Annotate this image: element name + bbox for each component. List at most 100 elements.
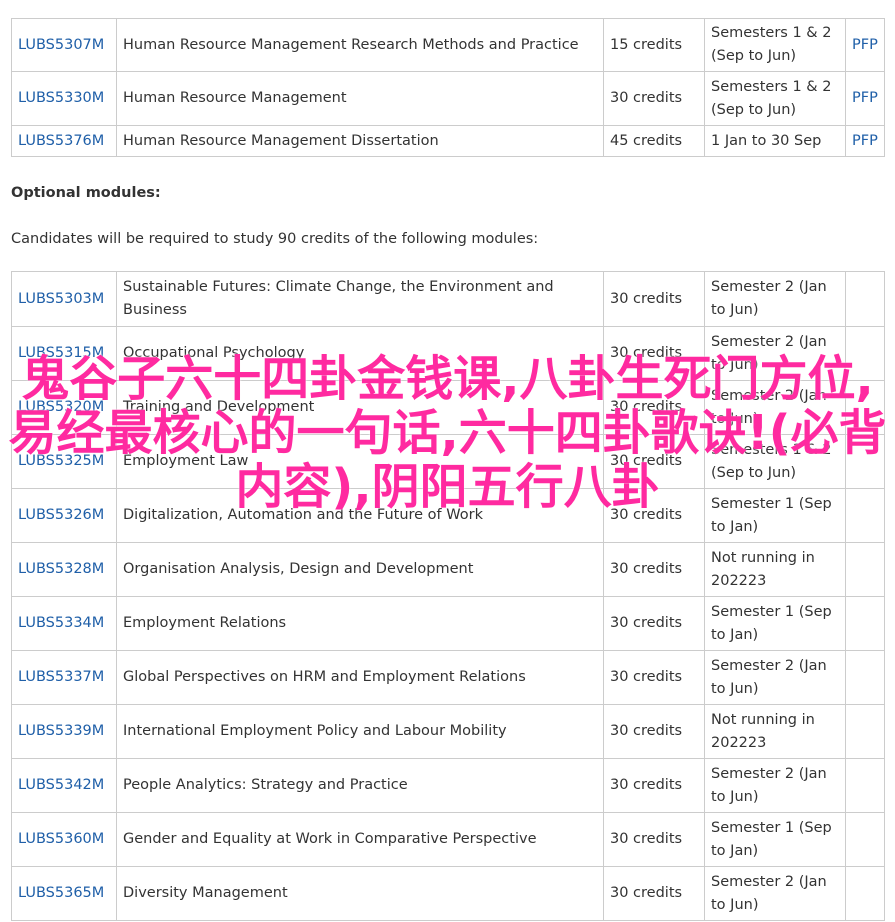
module-semester: Semester 2 (Jan to Jun) xyxy=(704,866,846,921)
module-semester: Semester 1 (Sep to Jan) xyxy=(704,596,846,651)
module-credits: 30 credits xyxy=(603,380,705,435)
module-credits: 30 credits xyxy=(603,866,705,921)
module-code-cell: LUBS5337M xyxy=(11,650,117,705)
module-pfp-cell xyxy=(845,326,885,381)
module-pfp-cell: PFP xyxy=(845,18,885,72)
module-semester: Semester 1 (Sep to Jan) xyxy=(704,812,846,867)
module-row: LUBS5307M Human Resource Management Resea… xyxy=(11,18,885,72)
module-pfp-cell xyxy=(845,704,885,759)
module-pfp-cell xyxy=(845,380,885,435)
module-code-cell: LUBS5330M xyxy=(11,71,117,126)
core-modules-table: LUBS5307M Human Resource Management Resea… xyxy=(11,18,885,157)
module-code-cell: LUBS5365M xyxy=(11,866,117,921)
module-row: LUBS5334M Employment Relations 30 credits S… xyxy=(11,596,885,651)
module-code-link[interactable]: LUBS5339M xyxy=(18,723,104,739)
module-pfp-cell: PFP xyxy=(845,71,885,126)
module-code-cell: LUBS5303M xyxy=(11,271,117,327)
module-code-cell: LUBS5315M xyxy=(11,326,117,381)
module-semester: Semester 2 (Jan to Jun) xyxy=(704,271,846,327)
module-code-cell: LUBS5342M xyxy=(11,758,117,813)
module-pfp-cell xyxy=(845,812,885,867)
module-semester: Semesters 1 & 2 (Sep to Jun) xyxy=(704,18,846,72)
module-pfp-cell xyxy=(845,758,885,813)
module-credits: 30 credits xyxy=(603,650,705,705)
module-code-link[interactable]: LUBS5315M xyxy=(18,345,104,361)
pfp-link[interactable]: PFP xyxy=(852,133,878,149)
module-credits: 30 credits xyxy=(603,271,705,327)
pfp-link[interactable]: PFP xyxy=(852,37,878,53)
module-title: Occupational Psychology xyxy=(116,326,604,381)
module-semester: Semester 2 (Jan to Jun) xyxy=(704,326,846,381)
module-pfp-cell xyxy=(845,542,885,597)
module-title: Employment Law xyxy=(116,434,604,489)
module-title: Sustainable Futures: Climate Change, the… xyxy=(116,271,604,327)
module-code-link[interactable]: LUBS5303M xyxy=(18,291,104,307)
module-credits: 30 credits xyxy=(603,596,705,651)
module-pfp-cell xyxy=(845,434,885,489)
module-row: LUBS5303M Sustainable Futures: Climate Ch… xyxy=(11,271,885,327)
module-title: Diversity Management xyxy=(116,866,604,921)
module-semester: 1 Jan to 30 Sep xyxy=(704,125,846,157)
optional-modules-heading: Optional modules: xyxy=(11,185,161,201)
module-semester: Semesters 1 & 2 (Sep to Jun) xyxy=(704,434,846,489)
module-title: Training and Development xyxy=(116,380,604,435)
module-code-link[interactable]: LUBS5342M xyxy=(18,777,104,793)
module-code-link[interactable]: LUBS5307M xyxy=(18,37,104,53)
module-code-link[interactable]: LUBS5326M xyxy=(18,507,104,523)
module-title: Employment Relations xyxy=(116,596,604,651)
module-code-cell: LUBS5339M xyxy=(11,704,117,759)
module-pfp-cell xyxy=(845,271,885,327)
module-credits: 30 credits xyxy=(603,758,705,813)
module-credits: 30 credits xyxy=(603,704,705,759)
module-pfp-cell xyxy=(845,650,885,705)
module-credits: 30 credits xyxy=(603,434,705,489)
module-title: People Analytics: Strategy and Practice xyxy=(116,758,604,813)
module-row: LUBS5365M Diversity Management 30 credits S… xyxy=(11,866,885,921)
module-code-cell: LUBS5376M xyxy=(11,125,117,157)
module-code-link[interactable]: LUBS5334M xyxy=(18,615,104,631)
module-credits: 30 credits xyxy=(603,542,705,597)
optional-modules-body: LUBS5303M Sustainable Futures: Climate Ch… xyxy=(11,271,885,921)
module-title: International Employment Policy and Labo… xyxy=(116,704,604,759)
module-pfp-cell xyxy=(845,488,885,543)
module-code-link[interactable]: LUBS5328M xyxy=(18,561,104,577)
core-modules-body: LUBS5307M Human Resource Management Resea… xyxy=(11,18,885,157)
module-title: Global Perspectives on HRM and Employmen… xyxy=(116,650,604,705)
pfp-link[interactable]: PFP xyxy=(852,90,878,106)
module-code-cell: LUBS5328M xyxy=(11,542,117,597)
module-code-link[interactable]: LUBS5330M xyxy=(18,90,104,106)
module-semester: Semester 2 (Jan to Jun) xyxy=(704,758,846,813)
module-title: Digitalization, Automation and the Futur… xyxy=(116,488,604,543)
module-credits: 30 credits xyxy=(603,488,705,543)
module-semester: Semester 2 (Jan to Jun) xyxy=(704,380,846,435)
module-row: LUBS5342M People Analytics: Strategy and … xyxy=(11,758,885,813)
optional-modules-table: LUBS5303M Sustainable Futures: Climate Ch… xyxy=(11,271,885,921)
module-code-link[interactable]: LUBS5320M xyxy=(18,399,104,415)
module-code-cell: LUBS5326M xyxy=(11,488,117,543)
module-code-cell: LUBS5307M xyxy=(11,18,117,72)
module-title: Human Resource Management xyxy=(116,71,604,126)
module-semester: Not running in 202223 xyxy=(704,704,846,759)
module-title: Human Resource Management Research Metho… xyxy=(116,18,604,72)
module-code-cell: LUBS5360M xyxy=(11,812,117,867)
optional-modules-intro: Candidates will be required to study 90 … xyxy=(11,231,539,247)
module-credits: 45 credits xyxy=(603,125,705,157)
module-code-link[interactable]: LUBS5325M xyxy=(18,453,104,469)
module-row: LUBS5325M Employment Law 30 credits Semeste… xyxy=(11,434,885,489)
module-credits: 30 credits xyxy=(603,812,705,867)
module-code-link[interactable]: LUBS5360M xyxy=(18,831,104,847)
module-row: LUBS5326M Digitalization, Automation and … xyxy=(11,488,885,543)
module-semester: Semester 1 (Sep to Jan) xyxy=(704,488,846,543)
module-pfp-cell xyxy=(845,596,885,651)
module-semester: Not running in 202223 xyxy=(704,542,846,597)
module-pfp-cell: PFP xyxy=(845,125,885,157)
module-row: LUBS5315M Occupational Psychology 30 credi… xyxy=(11,326,885,381)
module-code-link[interactable]: LUBS5376M xyxy=(18,133,104,149)
module-code-link[interactable]: LUBS5365M xyxy=(18,885,104,901)
module-code-link[interactable]: LUBS5337M xyxy=(18,669,104,685)
module-code-cell: LUBS5325M xyxy=(11,434,117,489)
module-row: LUBS5376M Human Resource Management Disse… xyxy=(11,125,885,157)
module-title: Gender and Equality at Work in Comparati… xyxy=(116,812,604,867)
module-credits: 15 credits xyxy=(603,18,705,72)
module-row: LUBS5337M Global Perspectives on HRM and … xyxy=(11,650,885,705)
